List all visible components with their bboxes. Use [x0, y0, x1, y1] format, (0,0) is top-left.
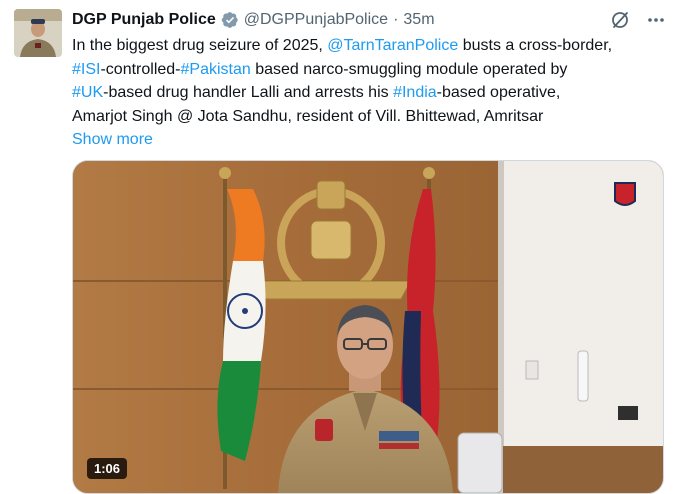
- tweet: DGP Punjab Police @DGPPunjabPolice · 35m…: [0, 0, 700, 494]
- hashtag-link[interactable]: #Pakistan: [181, 61, 251, 78]
- avatar-image: [14, 9, 62, 57]
- text-segment: -based drug handler Lalli and arrests hi…: [103, 84, 394, 101]
- video-duration: 1:06: [87, 458, 128, 479]
- text-segment: based narco-smuggling module operated by: [250, 60, 568, 78]
- verified-badge-icon: [221, 12, 238, 28]
- hashtag-link[interactable]: #India: [393, 84, 437, 101]
- tweet-text-line: Amarjot Singh @ Jota Sandhu, resident of…: [72, 105, 672, 129]
- tweet-text-line: #ISI-controlled-#Pakistan based narco-sm…: [72, 58, 672, 82]
- tweet-text-line: #UK-based drug handler Lalli and arrests…: [72, 81, 672, 105]
- mention-link[interactable]: @TarnTaranPolice: [327, 37, 458, 54]
- hashtag-link[interactable]: #ISI: [72, 61, 100, 78]
- text-segment: -controlled-: [100, 60, 181, 78]
- author-handle[interactable]: @DGPPunjabPolice: [244, 11, 388, 29]
- text-segment: Amarjot Singh @ Jota Sandhu, resident of…: [72, 107, 544, 125]
- author-name[interactable]: DGP Punjab Police: [72, 11, 216, 29]
- more-icon[interactable]: [646, 10, 666, 30]
- hashtag-link[interactable]: #UK: [72, 84, 103, 101]
- tweet-header: DGP Punjab Police @DGPPunjabPolice · 35m: [72, 9, 435, 31]
- text-segment: -based operative,: [436, 84, 561, 101]
- text-segment: In the biggest drug seizure of 2025,: [72, 37, 328, 54]
- grok-icon[interactable]: [610, 10, 630, 30]
- header-separator: ·: [393, 11, 399, 28]
- tweet-text: In the biggest drug seizure of 2025, @Ta…: [72, 34, 672, 152]
- show-more-link[interactable]: Show more: [72, 128, 672, 152]
- video-thumbnail: [73, 161, 663, 493]
- tweet-text-line: In the biggest drug seizure of 2025, @Ta…: [72, 34, 672, 58]
- video-player[interactable]: 1:06: [72, 160, 664, 494]
- tweet-timestamp[interactable]: 35m: [403, 11, 434, 29]
- text-segment: busts a cross-border,: [458, 37, 613, 54]
- header-actions: [610, 9, 666, 31]
- avatar[interactable]: [14, 9, 62, 57]
